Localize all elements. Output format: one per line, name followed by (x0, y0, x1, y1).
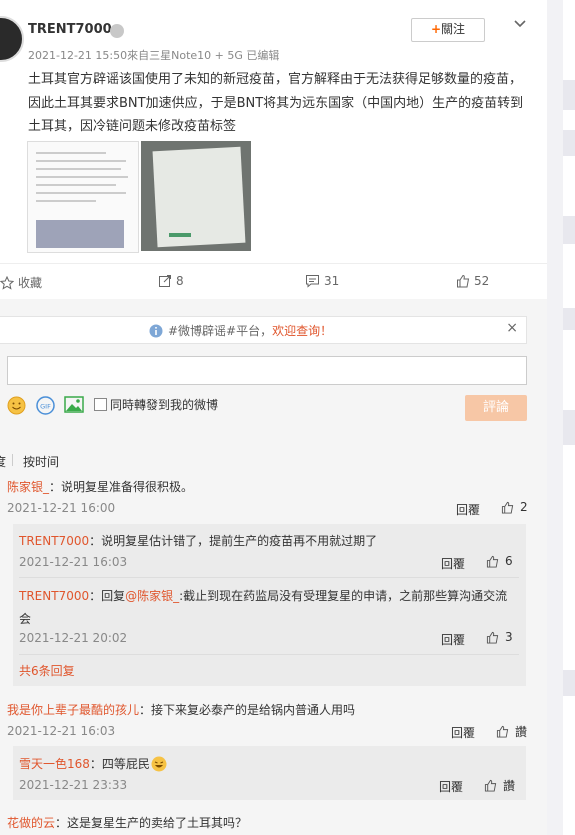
notice-link[interactable]: 欢迎查询！ (272, 322, 332, 339)
comment-like-button[interactable]: 2 (501, 500, 528, 514)
reply-time: 2021-12-21 23:33 (19, 778, 128, 792)
post-text: 土耳其官方辟谣该国使用了未知的新冠疫苗，官方解释由于无法获得足够数量的疫苗，因此… (28, 72, 524, 134)
comment-like-button[interactable]: 讚 (496, 723, 527, 740)
reply-time: 2021-12-21 20:02 (19, 631, 128, 645)
action-bar: 收藏 8 31 52 (0, 263, 547, 301)
repost-checkbox[interactable] (94, 398, 107, 411)
laughing-emoji-icon (151, 756, 167, 771)
star-icon (0, 275, 14, 290)
favorite-label: 收藏 (18, 276, 43, 290)
post-username[interactable]: TRENT7000 (28, 22, 112, 37)
like-count: 52 (474, 274, 490, 288)
reply-like-button[interactable]: 讚 (484, 777, 515, 794)
reply-like-button[interactable]: 3 (486, 630, 513, 644)
rumor-notice: #微博辟谣#平台， 欢迎查询！ × (0, 316, 527, 344)
repost-checkbox-label: 同時轉發到我的微博 (110, 398, 219, 412)
comment-time: 2021-12-21 16:00 (7, 501, 116, 515)
right-sidebar (563, 0, 575, 835)
reply-like-count: 6 (505, 554, 513, 568)
post-image-document[interactable] (27, 141, 139, 253)
submit-comment-button[interactable]: 評論 (465, 395, 527, 421)
info-icon (149, 324, 163, 337)
like-button[interactable]: 52 (456, 274, 489, 288)
thumbs-up-icon (457, 274, 470, 288)
comment-time: 2021-12-21 16:03 (7, 724, 116, 738)
post-image-photo[interactable] (141, 141, 251, 251)
comment-like-label: 讚 (515, 725, 528, 739)
thumbs-up-icon (486, 555, 499, 568)
repost-button[interactable]: 8 (158, 274, 184, 288)
comment-icon (306, 275, 319, 288)
comment-text: ：接下来复必泰产的是给锅内普通人用吗 (139, 703, 356, 717)
sort-divider (12, 454, 13, 466)
reply-author[interactable]: 雪天一色168 (19, 755, 90, 772)
post-meta: 2021-12-21 15:50來自三星Note10 + 5G 已编辑 (28, 49, 280, 62)
notice-prefix: #微博辟谣#平台， (168, 324, 273, 338)
comment-text: ：说明复星准备得很积极。 (49, 480, 194, 494)
reply-item: TRENT7000：回复@陈家银_:截止到现在药监局没有受理复星的申请，之前那些… (19, 585, 514, 631)
follow-label: 關注 (441, 22, 466, 36)
vip-badge-icon (110, 24, 124, 38)
emoji-icon[interactable] (7, 396, 26, 415)
comment-input[interactable] (7, 356, 527, 385)
comment-item: 我是你上辈子最酷的孩儿：接下来复必泰产的是给锅内普通人用吗 (7, 701, 355, 718)
plus-icon: + (430, 22, 442, 36)
reply-button[interactable]: 回覆 (441, 555, 465, 572)
divider (19, 654, 519, 655)
repost-icon (159, 275, 171, 287)
divider (19, 577, 519, 578)
favorite-button[interactable]: 收藏 (0, 274, 42, 291)
reply-like-count: 3 (505, 630, 513, 644)
thumbs-up-icon (501, 501, 514, 514)
thumbs-up-icon (496, 725, 509, 738)
comment-text: ：这是复星生产的卖给了土耳其吗？ (55, 816, 248, 830)
comment-author[interactable]: 花做的云 (7, 816, 55, 830)
comment-count: 31 (324, 274, 340, 288)
comment-item: 花做的云：这是复星生产的卖给了土耳其吗？ (7, 814, 247, 831)
reply-time: 2021-12-21 16:03 (19, 555, 128, 569)
thumbs-up-icon (486, 631, 499, 644)
reply-text: ：说明复星估计错了，提前生产的疫苗再不用就过期了 (89, 534, 378, 548)
reply-text-prefix: ：回复 (89, 589, 126, 603)
gif-icon[interactable]: GIF (36, 396, 55, 415)
reply-button[interactable]: 回覆 (439, 778, 463, 795)
reply-button[interactable]: 回覆 (456, 501, 480, 518)
reply-author[interactable]: TRENT7000 (19, 589, 89, 603)
reply-like-label: 讚 (503, 779, 516, 793)
reply-button[interactable]: 回覆 (441, 631, 465, 648)
reply-mention[interactable]: @陈家银_ (125, 589, 179, 603)
image-icon[interactable] (64, 396, 84, 413)
comment-author[interactable]: 我是你上辈子最酷的孩儿 (7, 703, 139, 717)
thumbs-up-icon (484, 779, 497, 792)
reply-button[interactable]: 回覆 (451, 724, 475, 741)
chevron-down-icon[interactable] (512, 16, 528, 32)
repost-count: 8 (176, 274, 184, 288)
comment-author[interactable]: 陈家银_ (7, 480, 49, 494)
reply-author[interactable]: TRENT7000 (19, 534, 89, 548)
reply-item: TRENT7000：说明复星估计错了，提前生产的疫苗再不用就过期了 (19, 532, 377, 549)
comment-button[interactable]: 31 (305, 274, 339, 288)
more-replies-link[interactable]: 共6条回复 (19, 662, 75, 679)
reply-text: ：四等屁民 (89, 757, 150, 771)
avatar[interactable] (0, 16, 24, 62)
follow-button[interactable]: +關注 (411, 18, 485, 42)
svg-text:GIF: GIF (40, 403, 51, 411)
close-icon[interactable]: × (506, 320, 518, 336)
reply-item: 雪天一色168 ：四等屁民 (19, 755, 167, 772)
comment-item: 陈家银_：说明复星准备得很积极。 (7, 478, 193, 495)
comment-like-count: 2 (520, 500, 528, 514)
reply-like-button[interactable]: 6 (486, 554, 513, 568)
sort-by-hot[interactable]: 度 (0, 453, 6, 470)
sort-by-time[interactable]: 按时间 (23, 453, 59, 470)
